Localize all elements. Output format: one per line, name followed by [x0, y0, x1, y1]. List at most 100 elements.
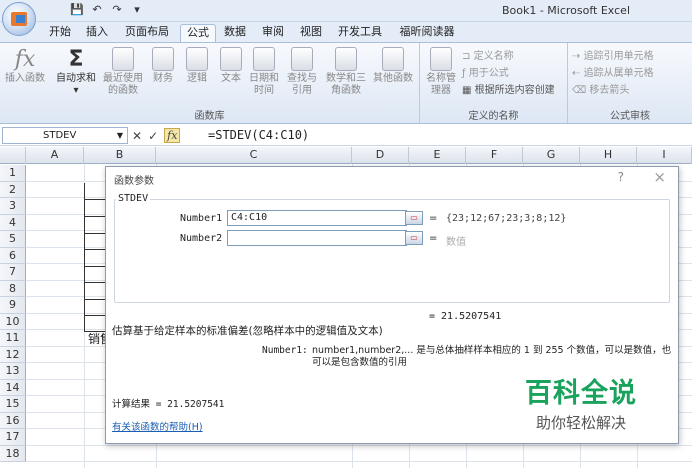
office-button[interactable]: [2, 2, 36, 36]
save-icon[interactable]: 💾: [70, 3, 84, 17]
question-book-icon: [186, 47, 208, 71]
tab-data[interactable]: 数据: [218, 24, 252, 42]
row-header[interactable]: 8: [0, 280, 26, 297]
column-header[interactable]: G: [523, 147, 580, 164]
redo-icon[interactable]: ↷: [110, 3, 124, 17]
title-bar: 💾 ↶ ↷ ▾ Book1 - Microsoft Excel: [0, 0, 692, 22]
row-header[interactable]: 14: [0, 379, 26, 396]
tab-home[interactable]: 开始: [42, 24, 78, 42]
clock-book-icon: [253, 47, 275, 71]
tab-page-layout[interactable]: 页面布局: [118, 24, 176, 42]
row-header[interactable]: 9: [0, 297, 26, 314]
remove-arrows-button[interactable]: ⌫ 移去箭头: [572, 81, 629, 96]
row-header[interactable]: 3: [0, 198, 26, 215]
row-header[interactable]: 4: [0, 214, 26, 231]
column-header[interactable]: I: [637, 147, 692, 164]
trace-precedents-button[interactable]: ⇢ 追踪引用单元格: [572, 47, 654, 62]
name-manager-icon: [430, 47, 452, 71]
tab-developer[interactable]: 开发工具: [332, 24, 388, 42]
row-header[interactable]: 7: [0, 264, 26, 281]
select-all-corner[interactable]: [0, 147, 26, 164]
arg1-input[interactable]: C4:C10: [227, 210, 407, 226]
recent-label: 最近使用的函数: [103, 73, 143, 96]
arg2-result: 数值: [446, 237, 466, 248]
autosum-label: 自动求和: [56, 73, 96, 84]
row-header[interactable]: 12: [0, 346, 26, 363]
office-logo-icon: [11, 12, 27, 26]
column-header[interactable]: E: [409, 147, 466, 164]
sigma-icon: Σ: [68, 47, 84, 72]
formula-icon: ƒ: [462, 68, 466, 79]
fx-icon[interactable]: fx: [164, 128, 181, 143]
column-header[interactable]: A: [26, 147, 84, 164]
help-link[interactable]: 有关该函数的帮助(H): [112, 419, 203, 433]
name-manager-label: 名称管理器: [426, 73, 456, 96]
column-header[interactable]: D: [352, 147, 409, 164]
formula-buttons: ✕ ✓ fx: [132, 127, 200, 144]
lookup-button[interactable]: 查找与引用: [284, 47, 320, 97]
tab-insert[interactable]: 插入: [80, 24, 114, 42]
lookup-label: 查找与引用: [287, 73, 317, 96]
close-icon[interactable]: ×: [653, 168, 666, 186]
more-functions-button[interactable]: 其他函数: [370, 47, 416, 85]
name-box[interactable]: STDEV ▼: [2, 127, 128, 144]
dropdown-arrow-icon: ▾: [73, 85, 79, 96]
row-header[interactable]: 1: [0, 165, 26, 182]
row-header[interactable]: 17: [0, 429, 26, 446]
total-result: = 21.5207541: [429, 311, 502, 322]
chevron-down-icon[interactable]: ▼: [117, 128, 123, 143]
collapse-dialog-icon[interactable]: ▭: [405, 231, 423, 245]
tab-review[interactable]: 审阅: [256, 24, 290, 42]
datetime-button[interactable]: 日期和时间: [248, 47, 280, 97]
row-header[interactable]: 6: [0, 247, 26, 264]
row-header[interactable]: 18: [0, 445, 26, 462]
tab-foxit[interactable]: 福昕阅读器: [392, 24, 462, 42]
row-header[interactable]: 5: [0, 231, 26, 248]
create-from-selection-button[interactable]: ▦ 根据所选内容创建: [462, 81, 555, 96]
row-header[interactable]: 10: [0, 313, 26, 330]
text-button[interactable]: 文本: [216, 47, 246, 85]
grid-icon: ▦: [462, 85, 472, 96]
group-label: 公式审核: [610, 111, 650, 122]
enter-icon[interactable]: ✓: [148, 129, 158, 143]
insert-function-button[interactable]: fx 插入函数: [3, 47, 47, 85]
row-header[interactable]: 15: [0, 396, 26, 413]
datetime-label: 日期和时间: [249, 73, 279, 96]
customize-icon[interactable]: ▾: [130, 3, 144, 17]
undo-icon[interactable]: ↶: [90, 3, 104, 17]
watermark-title: 百科全说: [525, 378, 637, 409]
financial-button[interactable]: 财务: [148, 47, 178, 85]
use-in-formula-button[interactable]: ƒ 用于公式: [462, 64, 509, 79]
formula-input[interactable]: =STDEV(C4:C10): [204, 127, 690, 144]
row-header[interactable]: 11: [0, 330, 26, 347]
row-header[interactable]: 2: [0, 181, 26, 198]
arg-help-label: Number1:: [262, 345, 308, 356]
autosum-button[interactable]: Σ 自动求和 ▾: [54, 47, 98, 97]
trace-dependents-button[interactable]: ⇠ 追踪从属单元格: [572, 64, 654, 79]
column-header[interactable]: B: [84, 147, 156, 164]
tab-view[interactable]: 视图: [294, 24, 328, 42]
column-header[interactable]: C: [156, 147, 352, 164]
column-header[interactable]: H: [580, 147, 637, 164]
book-icon: [152, 47, 174, 71]
name-manager-button[interactable]: 名称管理器: [424, 47, 458, 97]
arg2-input[interactable]: [227, 230, 407, 246]
defined-names-group: 名称管理器 ⊐ 定义名称 ƒ 用于公式 ▦ 根据所选内容创建 定义的名称: [420, 43, 568, 123]
row-header[interactable]: 13: [0, 363, 26, 380]
help-icon[interactable]: ?: [618, 170, 624, 184]
define-name-button[interactable]: ⊐ 定义名称: [462, 47, 514, 62]
gridline: [26, 444, 692, 446]
collapse-dialog-icon[interactable]: ▭: [405, 211, 423, 225]
cancel-icon[interactable]: ✕: [132, 129, 142, 143]
formula-auditing-group: ⇢ 追踪引用单元格 ⇠ 追踪从属单元格 ⌫ 移去箭头 公式审核: [568, 43, 692, 123]
recent-functions-button[interactable]: 最近使用的函数: [100, 47, 146, 97]
logical-button[interactable]: 逻辑: [182, 47, 212, 85]
eraser-icon: ⌫: [572, 85, 587, 96]
row-header[interactable]: 16: [0, 412, 26, 429]
column-header[interactable]: F: [466, 147, 523, 164]
quick-access-toolbar: 💾 ↶ ↷ ▾: [42, 3, 144, 17]
ribbon: fx 插入函数 Σ 自动求和 ▾ 最近使用的函数 财务 逻辑 文本 日期和时间: [0, 42, 692, 124]
trace-dependents-label: 追踪从属单元格: [583, 68, 654, 79]
math-trig-button[interactable]: 数学和三角函数: [324, 47, 368, 97]
tab-formulas[interactable]: 公式: [180, 24, 216, 42]
